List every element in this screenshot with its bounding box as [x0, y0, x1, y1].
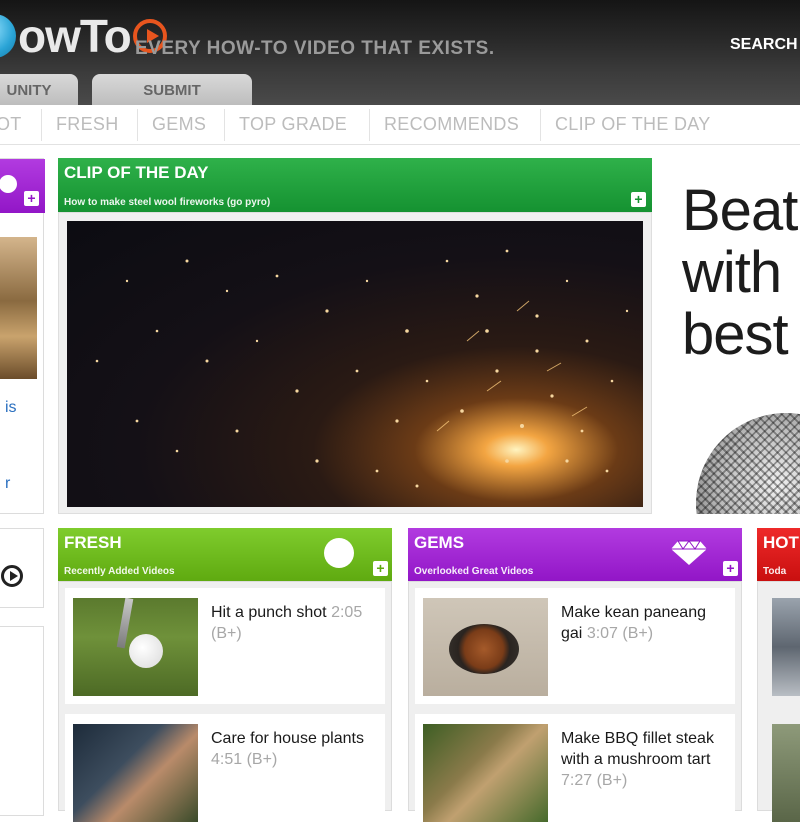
microphone-image: [696, 413, 800, 514]
video-grade: (B+): [622, 625, 654, 642]
clip-of-the-day-subtitle[interactable]: How to make steel wool fireworks (go pyr…: [64, 197, 270, 208]
subnav-recommends[interactable]: RECOMMENDS: [384, 114, 519, 135]
sub-navigation: OT FRESH GEMS TOP GRADE RECOMMENDS CLIP …: [0, 105, 800, 145]
video-grade: (B+): [246, 751, 278, 768]
video-thumbnail[interactable]: [73, 724, 198, 822]
video-title[interactable]: Hit a punch shot: [211, 604, 327, 621]
sparks-image: [95, 249, 629, 488]
subnav-clip-of-the-day[interactable]: CLIP OF THE DAY: [555, 114, 711, 135]
left-panel-icon: [0, 175, 17, 193]
video-duration: 7:27: [561, 772, 593, 789]
video-grade: (B+): [211, 625, 242, 642]
left-empty-panel: [0, 626, 44, 816]
hot-list: [757, 581, 800, 822]
video-thumbnail[interactable]: [423, 598, 548, 696]
golf-ball-image: [129, 634, 163, 668]
video-thumbnail[interactable]: [73, 598, 198, 696]
subnav-divider: [540, 109, 541, 141]
subnav-divider: [137, 109, 138, 141]
subnav-divider: [41, 109, 42, 141]
video-thumbnail[interactable]: [772, 724, 800, 822]
logo-text: owTo: [18, 10, 132, 62]
hot-header: HOT Toda: [757, 528, 800, 581]
logo-globe-icon: [0, 14, 16, 58]
sun-icon: [324, 538, 354, 568]
gems-list: Make kean paneang gai 3:07 (B+) Make BBQ…: [408, 581, 742, 830]
left-player-panel: [0, 528, 44, 608]
gems-title: GEMS: [414, 533, 465, 552]
video-info: Make BBQ fillet steak with a mushroom ta…: [561, 728, 731, 791]
fresh-subtitle: Recently Added Videos: [64, 566, 175, 577]
list-item[interactable]: Care for house plants 4:51 (B+): [65, 714, 385, 830]
subnav-hot[interactable]: OT: [0, 114, 22, 135]
fresh-list: Hit a punch shot 2:05 (B+) Care for hous…: [58, 581, 392, 830]
subnav-divider: [224, 109, 225, 141]
list-item[interactable]: Hit a punch shot 2:05 (B+): [65, 588, 385, 704]
video-info: Care for house plants 4:51 (B+): [211, 728, 381, 770]
play-icon[interactable]: [1, 565, 23, 587]
left-panel-link[interactable]: r: [5, 475, 10, 493]
list-item[interactable]: Make kean paneang gai 3:07 (B+): [415, 588, 735, 704]
video-duration: 3:07: [586, 625, 618, 642]
search-label[interactable]: SEARCH: [730, 36, 798, 54]
tab-submit[interactable]: SUBMIT: [92, 74, 252, 105]
hot-title: HOT: [763, 533, 799, 552]
fresh-header: FRESH Recently Added Videos +: [58, 528, 392, 581]
video-title[interactable]: Make BBQ fillet steak with a mushroom ta…: [561, 730, 714, 768]
ad-line: Beat: [682, 178, 798, 243]
subnav-top-grade[interactable]: TOP GRADE: [239, 114, 347, 135]
gems-subtitle: Overlooked Great Videos: [414, 566, 534, 577]
video-info: Hit a punch shot 2:05 (B+): [211, 602, 381, 644]
video-duration: 4:51: [211, 751, 243, 768]
video-thumbnail[interactable]: [423, 724, 548, 822]
gems-plus-button[interactable]: +: [723, 561, 738, 576]
left-panel-thumbnail[interactable]: [0, 237, 37, 379]
subnav-fresh[interactable]: FRESH: [56, 114, 119, 135]
curry-bowl-image: [449, 624, 519, 674]
list-item[interactable]: Make BBQ fillet steak with a mushroom ta…: [415, 714, 735, 830]
clip-of-the-day-player: [58, 212, 652, 514]
clip-video-thumbnail[interactable]: [67, 221, 643, 507]
hot-subtitle: Toda: [763, 566, 787, 577]
clip-of-the-day-title: CLIP OF THE DAY: [64, 163, 209, 182]
fresh-title: FRESH: [64, 533, 122, 552]
left-panel-header: +: [0, 159, 45, 213]
left-panel-plus-button[interactable]: +: [24, 191, 39, 206]
video-thumbnail[interactable]: [772, 598, 800, 696]
gems-header: GEMS Overlooked Great Videos +: [408, 528, 742, 581]
subnav-gems[interactable]: GEMS: [152, 114, 206, 135]
ad-line: best: [682, 302, 789, 367]
video-title[interactable]: Care for house plants: [211, 730, 364, 747]
ad-line: with: [682, 240, 782, 305]
video-grade: (B+): [596, 772, 628, 789]
clip-of-the-day-header: CLIP OF THE DAY How to make steel wool f…: [58, 158, 652, 212]
left-panel: + is r: [0, 158, 45, 514]
subnav-divider: [369, 109, 370, 141]
left-panel-link[interactable]: is: [5, 399, 17, 417]
ad-headline: Beat with best: [682, 178, 798, 367]
video-duration: 2:05: [331, 604, 363, 621]
tab-community[interactable]: UNITY: [0, 74, 78, 105]
clip-plus-button[interactable]: +: [631, 192, 646, 207]
advertisement[interactable]: Beat with best: [666, 158, 800, 514]
tagline: EVERY HOW-TO VIDEO THAT EXISTS.: [135, 38, 495, 59]
fresh-plus-button[interactable]: +: [373, 561, 388, 576]
diamond-icon: [671, 540, 707, 565]
site-header: owTo EVERY HOW-TO VIDEO THAT EXISTS. SEA…: [0, 0, 800, 105]
video-info: Make kean paneang gai 3:07 (B+): [561, 602, 731, 644]
